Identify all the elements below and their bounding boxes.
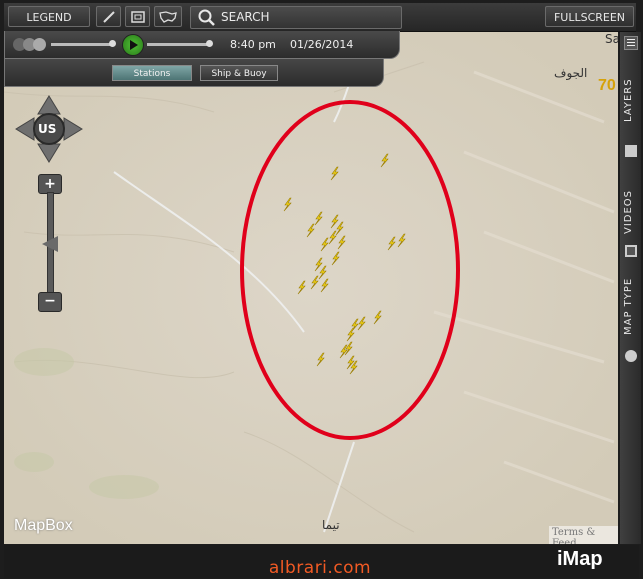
draw-tool-button[interactable] (96, 6, 121, 27)
lightning-icon[interactable] (331, 251, 340, 266)
tab-ship-buoy[interactable]: Ship & Buoy (200, 65, 278, 81)
timeline-handle-left[interactable] (109, 40, 116, 47)
film-icon (625, 245, 637, 257)
layout-tool-button[interactable] (125, 6, 150, 27)
search-input[interactable] (221, 9, 391, 25)
terms-link[interactable]: Terms & Feed (549, 526, 618, 544)
map-label-top-right: Sa (605, 32, 618, 46)
lightning-icon[interactable] (337, 235, 346, 250)
timeline-time: 8:40 pm (230, 38, 276, 51)
legend-button[interactable]: LEGEND (8, 6, 90, 27)
play-icon (130, 40, 138, 50)
lightning-icon[interactable] (339, 344, 348, 359)
lightning-icon[interactable] (318, 265, 327, 280)
lightning-icon[interactable] (328, 230, 337, 245)
play-button[interactable] (122, 34, 144, 56)
lightning-icon[interactable] (344, 341, 353, 356)
lightning-icon[interactable] (387, 236, 396, 251)
layout-icon (130, 11, 145, 23)
tab-videos[interactable]: VIDEOS (620, 172, 641, 272)
zoom-handle[interactable] (42, 236, 58, 252)
timeline-track-right[interactable] (147, 43, 209, 46)
lightning-icon[interactable] (346, 327, 355, 342)
timeline-track-left[interactable] (51, 43, 113, 46)
layers-icon (625, 145, 637, 157)
lightning-icon[interactable] (314, 211, 323, 226)
lightning-icon[interactable] (320, 237, 329, 252)
lightning-icon[interactable] (330, 166, 339, 181)
watermark: albrari.com (268, 558, 372, 578)
lightning-icon[interactable] (380, 153, 389, 168)
tab-map-type-label: MAP TYPE (623, 277, 634, 335)
timeline-panel: 8:40 pm 01/26/2014 (4, 31, 400, 59)
layer-tab-bar: Stations Ship & Buoy (4, 59, 384, 87)
pan-control[interactable]: US (14, 94, 84, 164)
lightning-icon[interactable] (316, 352, 325, 367)
lightning-icon[interactable] (306, 223, 315, 238)
nav-us-label[interactable]: US (38, 122, 56, 136)
tab-videos-label: VIDEOS (623, 189, 634, 234)
zoom-in-button[interactable]: + (38, 174, 62, 194)
app-frame: US + − Sa الجوف تيما 70 MapBox Terms & F… (0, 0, 643, 579)
speed-toggle[interactable] (13, 38, 46, 51)
us-map-button[interactable] (154, 6, 182, 27)
fullscreen-button[interactable]: FULLSCREEN (545, 6, 634, 27)
zoom-control: + − (38, 174, 62, 314)
map-view[interactable]: US + − Sa الجوف تيما 70 MapBox Terms & F… (4, 32, 618, 544)
timeline-date: 01/26/2014 (290, 38, 354, 51)
right-sidebar: LAYERS VIDEOS MAP TYPE (620, 32, 641, 544)
us-map-icon (159, 11, 177, 23)
map-label-jawf: الجوف (554, 66, 588, 80)
lightning-icon[interactable] (357, 316, 366, 331)
lightning-icon[interactable] (335, 221, 344, 236)
lightning-icon[interactable] (373, 310, 382, 325)
lightning-icon[interactable] (314, 257, 323, 272)
mapbox-credit: MapBox (14, 517, 73, 534)
zoom-out-button[interactable]: − (38, 292, 62, 312)
search-icon (198, 9, 215, 26)
temperature-badge: 70 (598, 77, 616, 94)
highlight-ellipse (240, 100, 460, 440)
lightning-icon[interactable] (330, 214, 339, 229)
globe-icon (625, 350, 637, 362)
lightning-icon[interactable] (320, 278, 329, 293)
pencil-icon (102, 11, 115, 23)
tab-layers[interactable]: LAYERS (620, 54, 641, 164)
tab-stations[interactable]: Stations (112, 65, 192, 81)
lightning-icon[interactable] (310, 275, 319, 290)
top-toolbar: LEGEND FULLSCREEN (4, 3, 636, 32)
lightning-icon[interactable] (283, 197, 292, 212)
search-box[interactable] (190, 6, 402, 29)
lightning-icon[interactable] (397, 233, 406, 248)
tab-layers-label: LAYERS (623, 78, 634, 122)
tab-map-type[interactable]: MAP TYPE (620, 277, 641, 377)
menu-icon[interactable] (624, 36, 638, 50)
timeline-handle-right[interactable] (206, 40, 213, 47)
map-label-tayma: تيما (322, 518, 340, 532)
lightning-overlay (240, 100, 460, 440)
lightning-icon[interactable] (297, 280, 306, 295)
